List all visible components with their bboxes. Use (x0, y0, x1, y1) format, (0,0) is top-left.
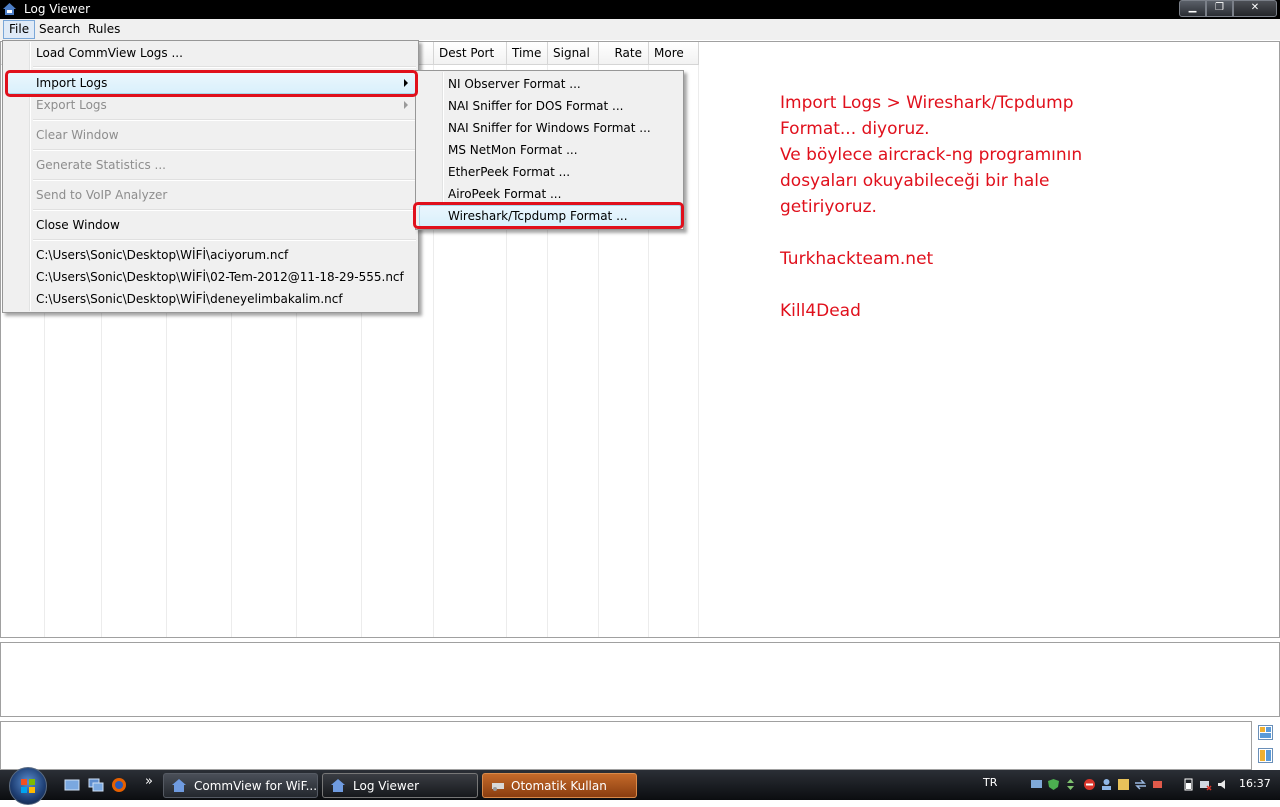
tray-arrows-icon[interactable] (1064, 778, 1077, 791)
annotation-line: getiriyoruz. (780, 197, 877, 217)
menu-file[interactable]: File (3, 20, 36, 39)
submenu-arrow-icon (404, 101, 408, 109)
layout-alt-icon[interactable] (1258, 748, 1273, 763)
switch-windows-icon[interactable] (88, 777, 104, 793)
column-header-signal[interactable]: Signal (548, 42, 599, 65)
tool-icon (492, 783, 504, 791)
menu-bar: File Search Rules (0, 19, 1280, 40)
windows-logo-icon (21, 779, 35, 793)
column-header-time[interactable]: Time (507, 42, 548, 65)
annotation-site: Turkhackteam.net (780, 249, 934, 269)
submenu-item-nai-sniffer-windows[interactable]: NAI Sniffer for Windows Format ... (448, 121, 651, 135)
tray-sync-icon[interactable] (1134, 778, 1147, 791)
menu-item-generate-statistics[interactable]: Generate Statistics ... (36, 158, 166, 172)
tray-block-icon[interactable] (1083, 778, 1096, 791)
clock[interactable]: 16:37 (1239, 777, 1271, 790)
submenu-item-airopeek[interactable]: AiroPeek Format ... (448, 187, 561, 201)
tray-tool-icon[interactable] (1117, 778, 1130, 791)
tray-network-icon[interactable] (1030, 778, 1043, 791)
annotation-line: Ve böylece aircrack-ng programının (780, 145, 1083, 165)
tray-volume-icon[interactable] (1216, 778, 1229, 791)
tray-network-status-icon[interactable] (1199, 778, 1212, 791)
taskbar: » CommView for WiF... Log Viewer Otomati… (0, 767, 1280, 805)
restore-button[interactable]: ❐ (1206, 0, 1233, 17)
minimize-button[interactable]: ▁ (1179, 0, 1206, 17)
tray-battery-icon[interactable] (1182, 778, 1195, 791)
taskbar-button-commview[interactable]: CommView for WiF... (163, 773, 318, 798)
packet-details-panel[interactable] (0, 642, 1280, 717)
taskbar-button-otomatik-kullan[interactable]: Otomatik Kullan (482, 773, 637, 798)
menu-item-export-logs[interactable]: Export Logs (36, 98, 107, 112)
window-title: Log Viewer (24, 2, 91, 16)
submenu-item-nai-sniffer-dos[interactable]: NAI Sniffer for DOS Format ... (448, 99, 623, 113)
language-indicator[interactable]: TR (983, 776, 997, 789)
show-desktop-icon[interactable] (64, 777, 80, 793)
recent-file-item[interactable]: C:\Users\Sonic\Desktop\WİFİ\deneyelimbak… (36, 292, 343, 306)
highlight-box-wireshark (413, 202, 684, 229)
annotation-line: Import Logs > Wireshark/Tcpdump (780, 93, 1074, 113)
layout-icon[interactable] (1258, 725, 1273, 740)
column-header-dest-port[interactable]: Dest Port (434, 42, 507, 65)
menu-item-send-to-voip-analyzer[interactable]: Send to VoIP Analyzer (36, 188, 167, 202)
start-button[interactable] (9, 767, 47, 805)
submenu-item-etherpeek[interactable]: EtherPeek Format ... (448, 165, 570, 179)
submenu-item-ni-observer[interactable]: NI Observer Format ... (448, 77, 581, 91)
close-button[interactable]: ✕ (1233, 0, 1277, 17)
menu-item-load-commview-logs[interactable]: Load CommView Logs ... (36, 46, 183, 60)
annotation-line: dosyaları okuyabileceği bir hale (780, 171, 1050, 191)
title-bar: Log Viewer ▁ ❐ ✕ (0, 0, 1280, 19)
recent-file-item[interactable]: C:\Users\Sonic\Desktop\WİFİ\02-Tem-2012@… (36, 270, 404, 284)
log-viewer-icon (331, 779, 345, 792)
menu-rules[interactable]: Rules (83, 21, 125, 38)
column-header-more[interactable]: More ... (649, 42, 699, 83)
tray-power-icon[interactable] (1151, 778, 1164, 791)
submenu-item-ms-netmon[interactable]: MS NetMon Format ... (448, 143, 578, 157)
highlight-box-import-logs (5, 70, 418, 97)
packet-hex-panel[interactable] (0, 721, 1252, 770)
menu-item-clear-window[interactable]: Clear Window (36, 128, 119, 142)
app-icon (3, 3, 16, 15)
menu-item-close-window[interactable]: Close Window (36, 218, 120, 232)
recent-file-item[interactable]: C:\Users\Sonic\Desktop\WİFİ\aciyorum.ncf (36, 248, 288, 262)
commview-icon (172, 779, 186, 792)
column-header-rate[interactable]: Rate (599, 42, 649, 65)
taskbar-button-log-viewer[interactable]: Log Viewer (322, 773, 478, 798)
menu-search[interactable]: Search (34, 21, 85, 38)
tray-user-icon[interactable] (1100, 778, 1113, 791)
quick-launch-overflow[interactable]: » (145, 774, 153, 789)
tutorial-annotation: Import Logs > Wireshark/Tcpdump Format..… (780, 90, 1260, 324)
annotation-line: Format... diyoruz. (780, 119, 930, 139)
tray-security-icon[interactable] (1047, 778, 1060, 791)
annotation-author: Kill4Dead (780, 301, 861, 321)
firefox-icon[interactable] (111, 777, 127, 793)
